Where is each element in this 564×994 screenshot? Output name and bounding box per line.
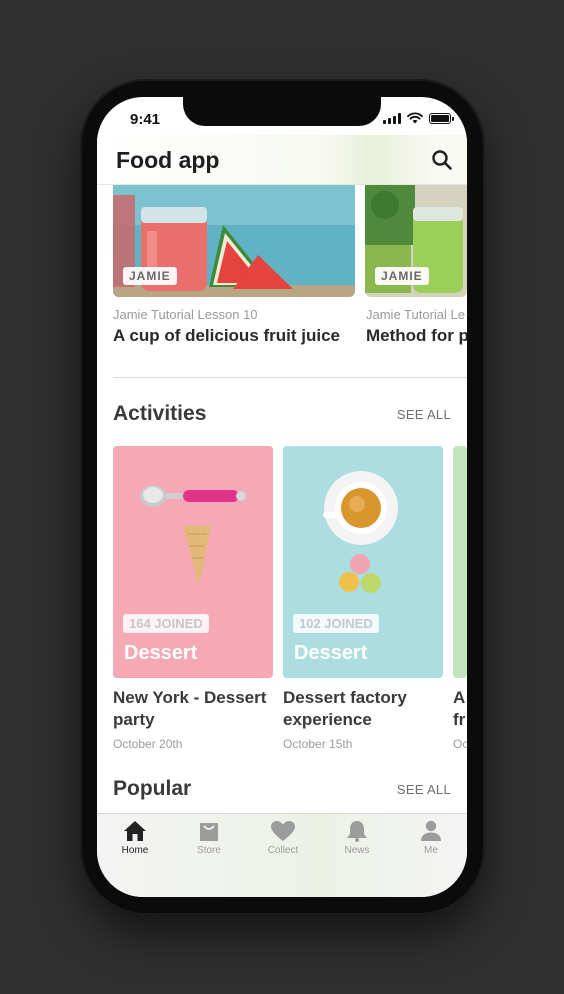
page-title: Food app	[116, 147, 220, 173]
status-icons	[383, 112, 454, 124]
activities-heading: Activities	[113, 402, 207, 425]
notch	[183, 97, 381, 126]
signal-icon	[383, 112, 401, 124]
activity-date: October 15th	[283, 737, 353, 751]
status-time: 9:41	[130, 111, 161, 128]
tab-store[interactable]: Store	[174, 820, 244, 856]
author-tag: JAMIE	[123, 267, 177, 285]
activity-card[interactable]: 164 JOINED Dessert	[113, 446, 273, 678]
activity-title[interactable]: Dessert factory experience	[283, 687, 448, 731]
search-icon[interactable]	[431, 149, 453, 171]
tutorial-subtitle: Jamie Tutorial Le	[366, 307, 465, 322]
tab-label: News	[344, 845, 370, 856]
bell-icon	[347, 821, 367, 842]
activity-category: Dessert	[124, 642, 198, 664]
tab-label: Me	[424, 845, 438, 856]
activity-card[interactable]: 102 JOINED Dessert	[283, 446, 443, 678]
activity-date: Oc	[453, 737, 467, 751]
tab-home[interactable]: Home	[100, 820, 170, 856]
person-icon	[421, 820, 441, 841]
tutorial-card-image[interactable]: JAMIE	[113, 185, 355, 297]
wifi-icon	[407, 112, 423, 124]
heart-icon	[271, 821, 295, 841]
tutorial-title[interactable]: A cup of delicious fruit juice	[113, 326, 340, 346]
tutorial-title[interactable]: Method for p	[366, 326, 467, 346]
tab-label: Store	[197, 845, 221, 856]
activity-title[interactable]: New York - Dessert party	[113, 687, 278, 731]
tab-collect[interactable]: Collect	[248, 820, 318, 856]
tab-news[interactable]: News	[322, 820, 392, 856]
activity-category: Dessert	[294, 642, 368, 664]
tab-bar: Home Store Collect News Me	[97, 813, 467, 897]
tutorial-card-image[interactable]: JAMIE	[365, 185, 467, 297]
battery-icon	[429, 112, 454, 124]
app-header: Food app	[97, 135, 467, 185]
activity-title[interactable]: A fr	[453, 687, 467, 731]
activities-see-all-button[interactable]: SEE ALL	[397, 407, 451, 422]
joined-count-badge: 102 JOINED	[293, 614, 379, 633]
bag-icon	[200, 823, 218, 841]
popular-heading: Popular	[113, 777, 192, 800]
tab-me[interactable]: Me	[396, 820, 466, 856]
activity-card[interactable]	[453, 446, 467, 678]
joined-count-badge: 164 JOINED	[123, 614, 209, 633]
section-divider	[113, 377, 467, 378]
home-icon	[124, 821, 146, 841]
author-tag: JAMIE	[375, 267, 429, 285]
activity-date: October 20th	[113, 737, 183, 751]
tab-label: Home	[121, 845, 149, 856]
tutorial-subtitle: Jamie Tutorial Lesson 10	[113, 307, 258, 322]
popular-see-all-button[interactable]: SEE ALL	[397, 782, 451, 797]
tab-label: Collect	[267, 845, 299, 856]
phone-screen: 9:41 Food app JAMIE Jamie Tutorial Lesso…	[97, 97, 467, 897]
